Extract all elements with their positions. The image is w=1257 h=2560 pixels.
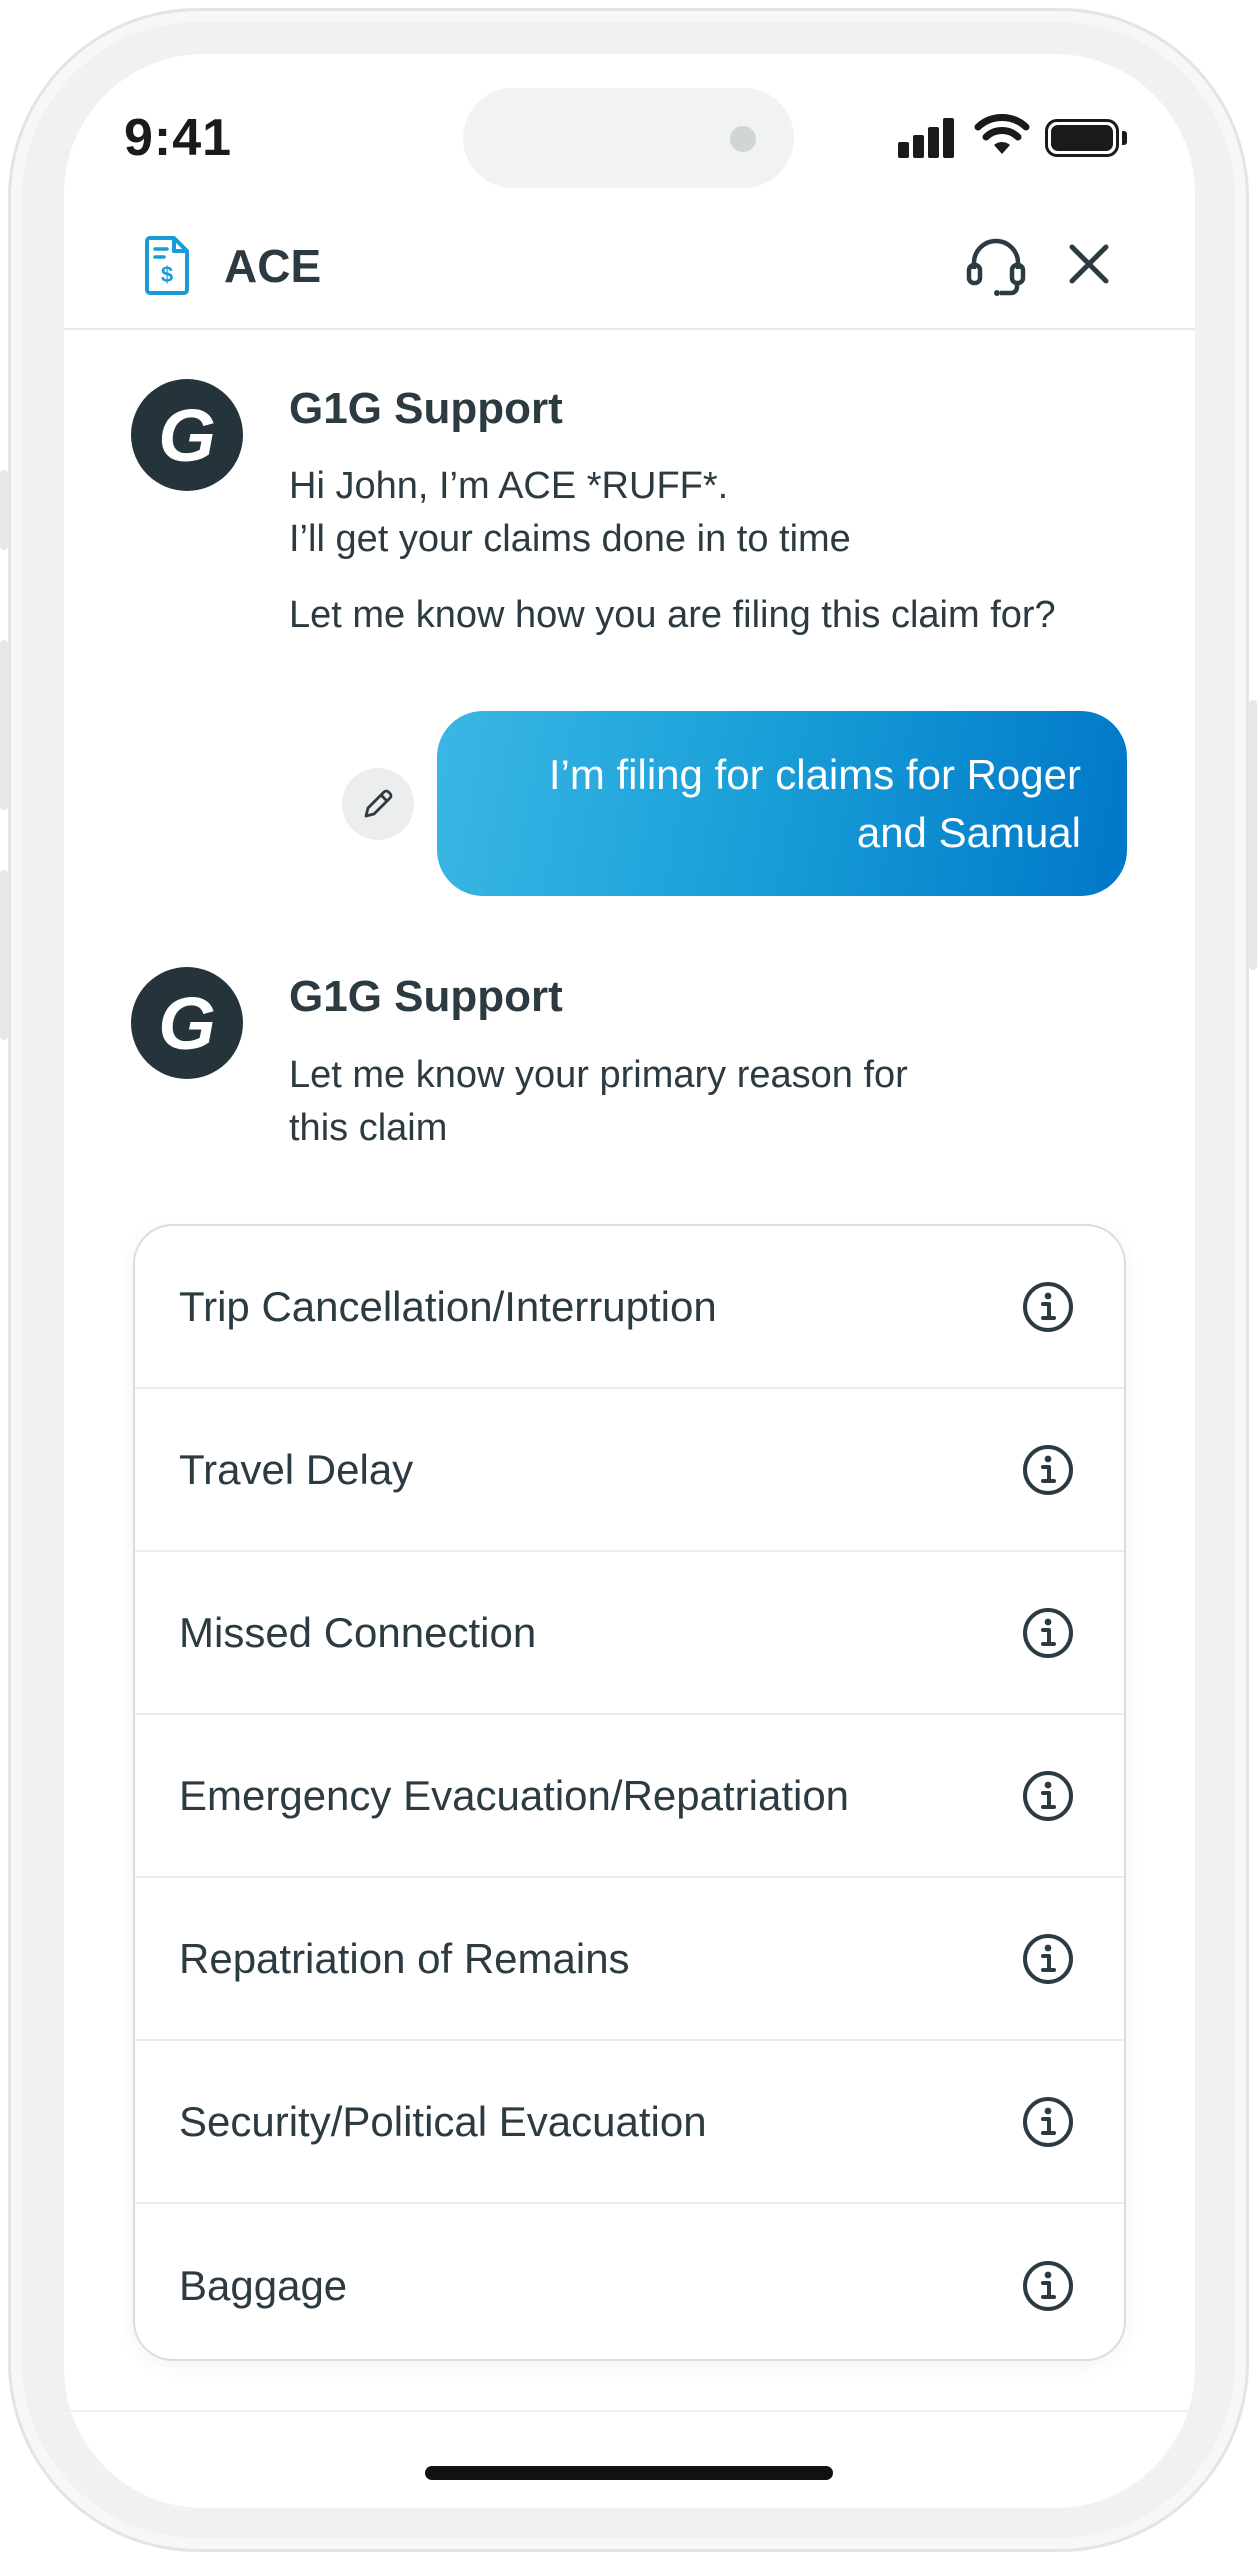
wifi-icon xyxy=(974,114,1030,154)
message-paragraph: Let me know how you are filing this clai… xyxy=(289,594,1056,636)
option-security-political-evacuation[interactable]: Security/Political Evacuation xyxy=(135,2041,1124,2204)
info-icon[interactable] xyxy=(1022,2260,1074,2312)
info-icon[interactable] xyxy=(1022,1444,1074,1496)
option-repatriation-of-remains[interactable]: Repatriation of Remains xyxy=(135,1878,1124,2041)
document-dollar-icon: $ xyxy=(145,236,189,295)
support-avatar: G xyxy=(131,379,243,491)
power-button xyxy=(1249,700,1257,970)
option-label: Repatriation of Remains xyxy=(179,1934,630,1982)
close-icon[interactable] xyxy=(1068,243,1110,285)
user-message-line: and Samual xyxy=(856,809,1081,856)
volume-up-button xyxy=(0,640,8,810)
bottom-divider xyxy=(64,2410,1195,2412)
volume-down-button xyxy=(0,870,8,1040)
battery-tip xyxy=(1122,131,1127,145)
status-time: 9:41 xyxy=(124,109,233,167)
option-missed-connection[interactable]: Missed Connection xyxy=(135,1552,1124,1715)
message-line: this claim xyxy=(289,1107,448,1149)
option-travel-delay[interactable]: Travel Delay xyxy=(135,1389,1124,1552)
chat-header: $ ACE xyxy=(64,215,1195,330)
info-icon[interactable] xyxy=(1022,1933,1074,1985)
user-message-line: I’m filing for claims for Roger xyxy=(548,751,1081,798)
battery-icon xyxy=(1045,119,1119,157)
info-icon[interactable] xyxy=(1022,1770,1074,1822)
support-avatar: G xyxy=(131,967,243,1079)
avatar-letter: G xyxy=(158,393,216,477)
message-line: Let me know your primary reason for xyxy=(289,1054,908,1096)
option-label: Travel Delay xyxy=(179,1445,414,1493)
message-line: Hi John, I’m ACE *RUFF*. xyxy=(289,465,729,507)
edit-message-button[interactable] xyxy=(342,768,414,840)
user-message-bubble: I’m filing for claims for Roger and Samu… xyxy=(437,711,1127,896)
sender-name: G1G Support xyxy=(289,384,563,433)
claim-reason-options: Trip Cancellation/Interruption Travel De… xyxy=(133,1224,1126,2361)
avatar-letter: G xyxy=(158,981,216,1065)
action-button xyxy=(0,470,8,550)
home-indicator[interactable] xyxy=(425,2466,833,2480)
option-baggage[interactable]: Baggage xyxy=(135,2204,1124,2359)
option-label: Trip Cancellation/Interruption xyxy=(179,1282,717,1330)
sender-name: G1G Support xyxy=(289,972,563,1021)
option-label: Missed Connection xyxy=(179,1608,537,1656)
info-icon[interactable] xyxy=(1022,2096,1074,2148)
info-icon[interactable] xyxy=(1022,1607,1074,1659)
option-label: Security/Political Evacuation xyxy=(179,2097,707,2145)
option-label: Emergency Evacuation/Repatriation xyxy=(179,1771,850,1819)
app-title: ACE xyxy=(224,240,322,292)
pencil-icon xyxy=(364,789,393,818)
headset-icon[interactable] xyxy=(966,235,1026,297)
svg-text:$: $ xyxy=(161,262,173,287)
camera-icon xyxy=(730,126,756,152)
option-emergency-evacuation[interactable]: Emergency Evacuation/Repatriation xyxy=(135,1715,1124,1878)
cellular-signal-icon xyxy=(898,118,956,158)
info-icon[interactable] xyxy=(1022,1281,1074,1333)
message-line: I’ll get your claims done in to time xyxy=(289,518,851,560)
option-label: Baggage xyxy=(179,2261,348,2309)
option-trip-cancellation[interactable]: Trip Cancellation/Interruption xyxy=(135,1226,1124,1389)
